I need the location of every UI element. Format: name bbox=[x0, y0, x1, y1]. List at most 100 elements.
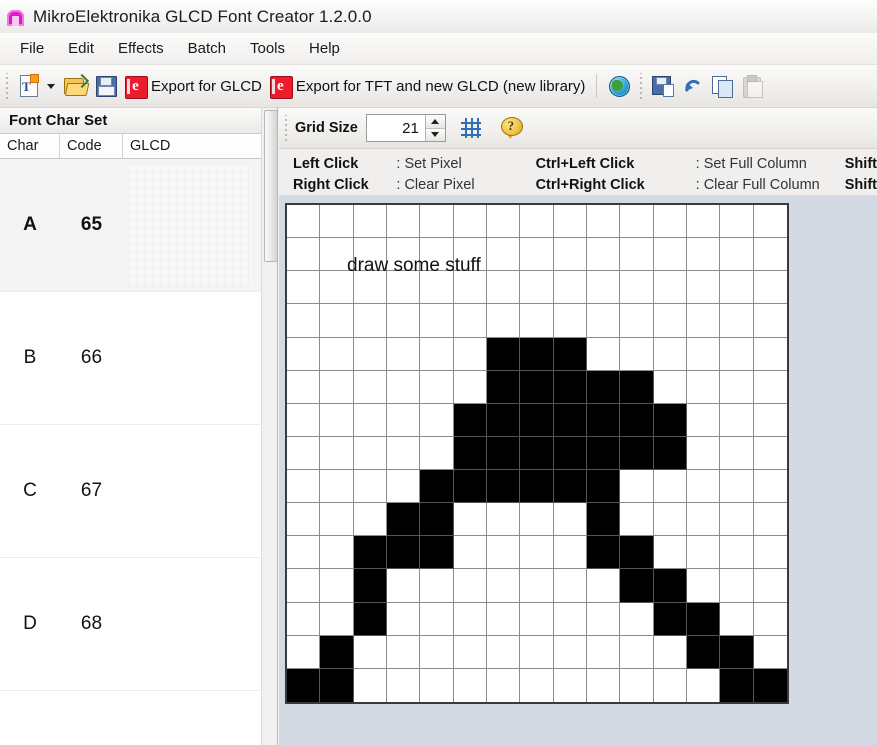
pixel-cell[interactable] bbox=[553, 569, 587, 603]
pixel-cell[interactable] bbox=[753, 503, 787, 537]
pixel-cell[interactable] bbox=[486, 536, 521, 570]
pixel-cell[interactable] bbox=[386, 370, 421, 404]
pixel-cell[interactable] bbox=[320, 271, 354, 305]
pixel-cell[interactable] bbox=[686, 503, 721, 537]
pixel-cell[interactable] bbox=[320, 470, 354, 504]
pixel-cell[interactable] bbox=[420, 668, 454, 702]
pixel-cell[interactable] bbox=[453, 668, 487, 702]
new-font-button[interactable]: T bbox=[14, 70, 59, 103]
pixel-cell[interactable] bbox=[486, 569, 521, 603]
pixel-cell[interactable] bbox=[486, 635, 521, 669]
pixel-cell[interactable] bbox=[520, 503, 554, 537]
help-button[interactable]: ? bbox=[496, 112, 528, 144]
pixel-cell[interactable] bbox=[453, 503, 487, 537]
pixel-cell[interactable] bbox=[686, 536, 721, 570]
pixel-cell[interactable] bbox=[353, 271, 387, 305]
pixel-cell[interactable] bbox=[520, 602, 554, 636]
pixel-cell[interactable] bbox=[620, 635, 654, 669]
pixel-cell[interactable] bbox=[520, 668, 554, 702]
pixel-cell[interactable] bbox=[287, 503, 321, 537]
pixel-cell[interactable] bbox=[620, 569, 654, 603]
pixel-cell[interactable] bbox=[353, 503, 387, 537]
pixel-cell[interactable] bbox=[453, 238, 487, 272]
grid-size-input[interactable] bbox=[366, 115, 425, 141]
pixel-cell[interactable] bbox=[520, 536, 554, 570]
pixel-cell[interactable] bbox=[553, 635, 587, 669]
pixel-cell[interactable] bbox=[486, 503, 521, 537]
pixel-cell[interactable] bbox=[620, 503, 654, 537]
pixel-cell[interactable] bbox=[586, 536, 621, 570]
pixel-cell[interactable] bbox=[586, 304, 621, 338]
scrollbar-thumb[interactable] bbox=[264, 110, 278, 262]
pixel-cell[interactable] bbox=[586, 238, 621, 272]
pixel-cell[interactable] bbox=[686, 403, 721, 437]
table-row[interactable]: A 65 bbox=[0, 159, 277, 292]
save-as-button[interactable] bbox=[648, 70, 678, 103]
pixel-canvas[interactable] bbox=[285, 203, 789, 704]
pixel-cell[interactable] bbox=[453, 436, 487, 471]
menu-tools[interactable]: Tools bbox=[238, 36, 297, 61]
pixel-cell[interactable] bbox=[620, 205, 654, 239]
pixel-cell[interactable] bbox=[553, 503, 587, 537]
pixel-cell[interactable] bbox=[287, 337, 321, 371]
pixel-cell[interactable] bbox=[453, 337, 487, 371]
pixel-cell[interactable] bbox=[320, 337, 354, 371]
pixel-cell[interactable] bbox=[653, 602, 687, 636]
pixel-cell[interactable] bbox=[720, 668, 754, 702]
pixel-cell[interactable] bbox=[720, 337, 754, 371]
pixel-cell[interactable] bbox=[686, 569, 721, 603]
pixel-cell[interactable] bbox=[353, 205, 387, 239]
pixel-cell[interactable] bbox=[520, 271, 554, 305]
pixel-cell[interactable] bbox=[586, 668, 621, 702]
pixel-cell[interactable] bbox=[486, 205, 521, 239]
table-row[interactable]: C 67 bbox=[0, 425, 277, 558]
pixel-cell[interactable] bbox=[620, 668, 654, 702]
pixel-cell[interactable] bbox=[520, 436, 554, 471]
grid-toolbar-grip[interactable] bbox=[283, 115, 290, 141]
pixel-cell[interactable] bbox=[453, 635, 487, 669]
spinner-down-icon[interactable] bbox=[425, 128, 445, 141]
pixel-cell[interactable] bbox=[353, 470, 387, 504]
web-button[interactable] bbox=[604, 70, 634, 103]
pixel-cell[interactable] bbox=[520, 205, 554, 239]
pixel-cell[interactable] bbox=[553, 205, 587, 239]
pixel-cell[interactable] bbox=[486, 436, 521, 471]
pixel-cell[interactable] bbox=[653, 205, 687, 239]
pixel-cell[interactable] bbox=[386, 337, 421, 371]
pixel-cell[interactable] bbox=[287, 205, 321, 239]
pixel-cell[interactable] bbox=[653, 668, 687, 702]
pixel-cell[interactable] bbox=[753, 635, 787, 669]
pixel-cell[interactable] bbox=[320, 304, 354, 338]
spinner-up-icon[interactable] bbox=[425, 115, 445, 129]
pixel-cell[interactable] bbox=[753, 271, 787, 305]
pixel-cell[interactable] bbox=[686, 436, 721, 471]
pixel-cell[interactable] bbox=[686, 304, 721, 338]
pixel-cell[interactable] bbox=[386, 569, 421, 603]
pixel-cell[interactable] bbox=[653, 436, 687, 471]
pixel-cell[interactable] bbox=[420, 205, 454, 239]
pixel-cell[interactable] bbox=[753, 569, 787, 603]
pixel-cell[interactable] bbox=[420, 337, 454, 371]
pixel-cell[interactable] bbox=[653, 536, 687, 570]
pixel-cell[interactable] bbox=[453, 536, 487, 570]
pixel-cell[interactable] bbox=[287, 470, 321, 504]
pixel-cell[interactable] bbox=[720, 304, 754, 338]
pixel-cell[interactable] bbox=[453, 569, 487, 603]
pixel-cell[interactable] bbox=[686, 668, 721, 702]
pixel-cell[interactable] bbox=[520, 635, 554, 669]
menu-file[interactable]: File bbox=[8, 36, 56, 61]
pixel-cell[interactable] bbox=[586, 436, 621, 471]
pixel-cell[interactable] bbox=[386, 304, 421, 338]
pixel-cell[interactable] bbox=[720, 635, 754, 669]
pixel-cell[interactable] bbox=[486, 238, 521, 272]
copy-button[interactable] bbox=[708, 70, 738, 103]
pixel-cell[interactable] bbox=[386, 635, 421, 669]
pixel-cell[interactable] bbox=[686, 238, 721, 272]
pixel-cell[interactable] bbox=[620, 536, 654, 570]
pixel-cell[interactable] bbox=[420, 304, 454, 338]
export-for-glcd-button[interactable]: e Export for GLCD bbox=[121, 70, 266, 103]
pixel-cell[interactable] bbox=[653, 370, 687, 404]
pixel-cell[interactable] bbox=[553, 238, 587, 272]
pixel-cell[interactable] bbox=[420, 602, 454, 636]
pixel-cell[interactable] bbox=[386, 668, 421, 702]
